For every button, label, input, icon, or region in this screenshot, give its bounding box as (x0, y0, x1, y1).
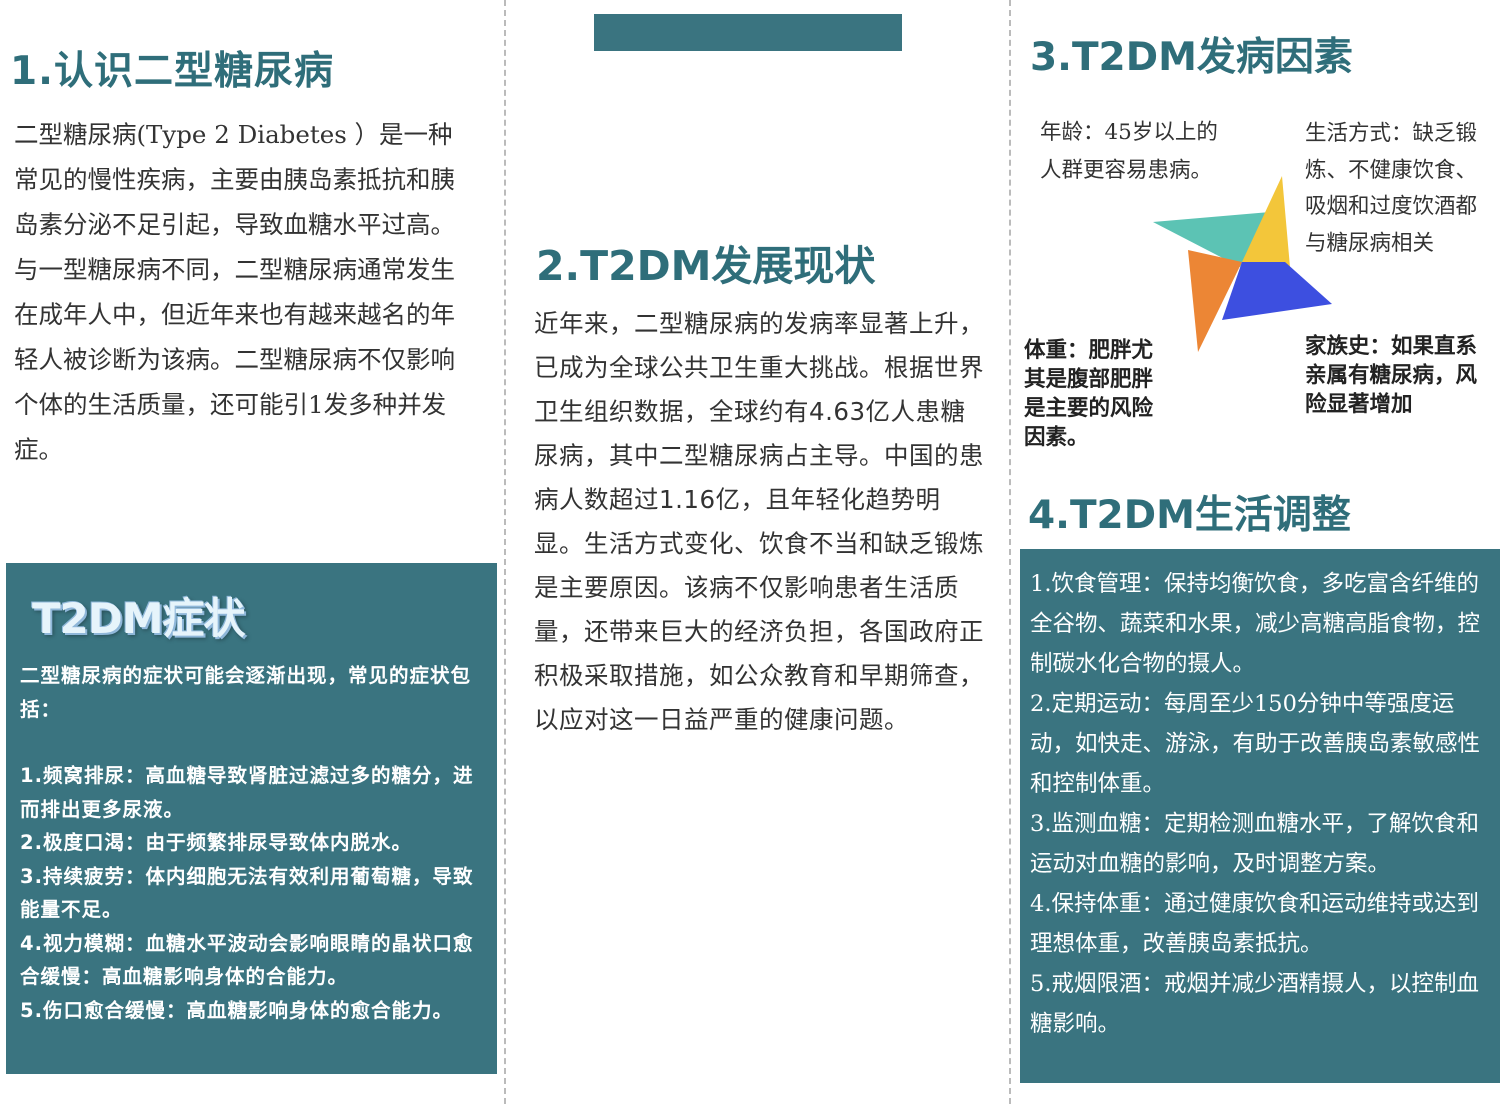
section2-title: 2.T2DM发展现状 (536, 242, 876, 290)
symptoms-spacer (20, 726, 482, 759)
symptoms-intro: 二型糖尿病的症状可能会逐渐出现，常见的症状包括： (20, 664, 472, 721)
decorative-header-bar (594, 14, 902, 51)
pinwheel-blue-wedge (1222, 262, 1332, 320)
section2-body: 近年来，二型糖尿病的发病率显著上升，已成为全球公共卫生重大挑战。根据世界卫生组织… (534, 309, 984, 734)
symptoms-panel: T2DM症状 二型糖尿病的症状可能会逐渐出现，常见的症状包括： 1.频窝排尿：高… (6, 563, 497, 1074)
symptom-item-3: 3.持续疲劳：体内细胞无法有效利用葡萄糖，导致能量不足。 (20, 864, 474, 922)
section3-title: 3.T2DM发病因素 (1030, 35, 1353, 80)
symptoms-title: T2DM症状 (32, 594, 246, 643)
lifestyle-item-5: 5.戒烟限酒：戒烟并减少酒精摄人，以控制血糖影响。 (1030, 971, 1479, 1037)
risk-factor-pinwheel (1153, 176, 1332, 352)
lifestyle-item-4: 4.保持体重：通过健康饮食和运动维持或达到理想体重，改善胰岛素抵抗。 (1030, 891, 1479, 957)
column-divider-left (504, 0, 506, 1104)
section1-title: 1.认识二型糖尿病 (10, 49, 334, 94)
lifestyle-item-3: 3.监测血糖：定期检测血糖水平，了解饮食和运动对血糖的影响，及时调整方案。 (1030, 811, 1479, 877)
lifestyle-item-1: 1.饮食管理：保持均衡饮食，多吃富含纤维的全谷物、蔬菜和水果，减少高糖高脂食物，… (1030, 571, 1481, 677)
symptom-item-1: 1.频窝排尿：高血糖导致肾脏过滤过多的糖分，进而排出更多尿液。 (20, 764, 474, 821)
column-divider-right (1009, 0, 1011, 1104)
lifestyle-text: 1.饮食管理：保持均衡饮食，多吃富含纤维的全谷物、蔬菜和水果，减少高糖高脂食物，… (1030, 564, 1482, 1044)
section1-body: 二型糖尿病(Type 2 Diabetes ）是一种常见的慢性疾病，主要由胰岛素… (14, 120, 455, 464)
symptom-item-5: 5.伤口愈合缓慢：高血糖影响身体的愈合能力。 (20, 998, 453, 1022)
symptom-item-2: 2.极度口渴：由于频繁排尿导致体内脱水。 (20, 831, 412, 854)
lifestyle-item-2: 2.定期运动：每周至少150分钟中等强度运动，如快走、游泳，有助于改善胰岛素敏感… (1030, 691, 1481, 797)
symptoms-text: 二型糖尿病的症状可能会逐渐出现，常见的症状包括： 1.频窝排尿：高血糖导致肾脏过… (20, 659, 482, 1027)
symptom-item-4: 4.视力模糊：血糖水平波动会影响眼睛的晶状口愈合缓慢：高血糖影响身体的合能力。 (20, 931, 474, 989)
section4-title: 4.T2DM生活调整 (1028, 493, 1351, 538)
lifestyle-panel: 1.饮食管理：保持均衡饮食，多吃富含纤维的全谷物、蔬菜和水果，减少高糖高脂食物，… (1020, 549, 1500, 1083)
